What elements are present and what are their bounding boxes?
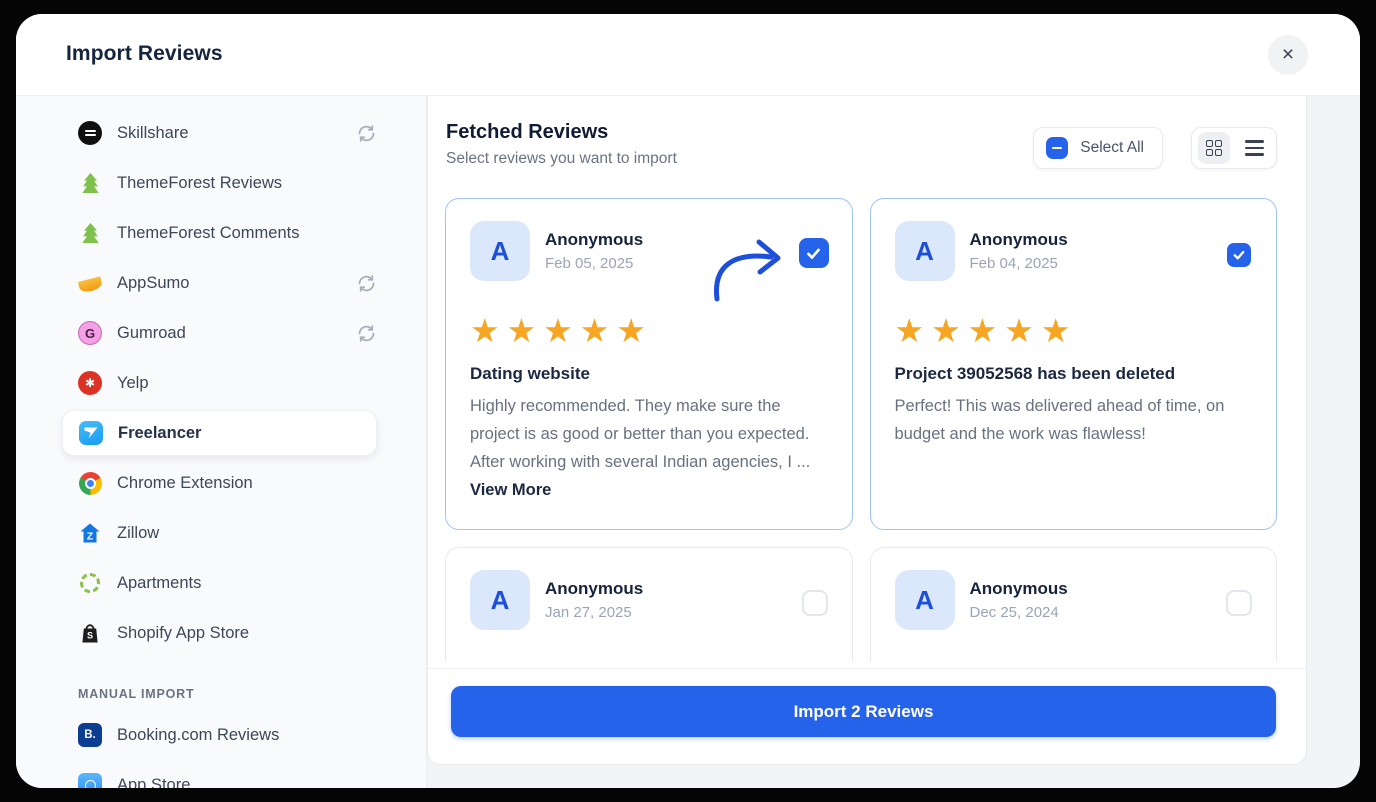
sidebar-item-label: ThemeForest Comments [117,223,300,242]
sidebar-item-zillow[interactable]: Z Zillow [78,508,377,558]
select-all-checkbox-indeterminate-icon[interactable] [1046,137,1069,159]
review-card[interactable]: A Anonymous Feb 05, 2025 ★★★★★ Dating we… [445,198,853,530]
list-view-button[interactable] [1238,132,1270,164]
sidebar-item-app-store[interactable]: App Store [78,760,377,788]
fetched-reviews-panel: Fetched Reviews Select reviews you want … [427,96,1307,765]
review-card-header: A Anonymous Feb 04, 2025 [894,221,1253,281]
review-card-header: A Anonymous Dec 25, 2024 [894,570,1253,630]
avatar: A [894,221,955,281]
page-title: Import Reviews [66,42,223,65]
review-date: Feb 05, 2025 [545,255,634,272]
gumroad-icon: G [78,321,102,345]
sidebar-item-shopify-app-store[interactable]: S Shopify App Store [78,608,377,658]
star-rating: ★★★★★ [894,312,1078,349]
review-checkbox-unchecked[interactable] [801,590,828,616]
review-date: Feb 04, 2025 [969,255,1058,272]
sync-icon[interactable] [356,123,377,144]
sidebar-item-booking-com-reviews[interactable]: B. Booking.com Reviews [78,710,377,760]
freelancer-icon [79,421,103,445]
sidebar-item-label: Shopify App Store [117,623,250,642]
grid-view-button[interactable] [1198,132,1230,164]
svg-text:S: S [87,631,93,641]
sidebar-item-apartments[interactable]: Apartments [78,558,377,608]
shopify-bag-icon: S [78,621,102,645]
close-button[interactable]: × [1268,35,1308,75]
sources-sidebar: Skillshare ThemeForest Reviews ThemeFore… [16,96,427,788]
sidebar-item-themeforest-reviews[interactable]: ThemeForest Reviews [78,158,377,208]
footer-divider [428,668,1306,669]
review-checkbox-unchecked[interactable] [1226,590,1252,616]
star-rating: ★★★★★ [470,312,653,349]
review-title: Dating website [470,364,590,383]
grid-icon [1205,139,1223,157]
sidebar-item-label: Freelancer [118,423,202,442]
sidebar-item-label: Gumroad [117,323,186,342]
svg-text:Z: Z [87,531,94,543]
review-checkbox-checked[interactable] [798,238,829,268]
view-toggle [1191,127,1277,169]
import-reviews-modal: Import Reviews × Skillshare ThemeForest … [16,14,1360,788]
header-actions: Select All [1033,127,1277,169]
list-icon [1244,139,1264,157]
sidebar-item-label: ThemeForest Reviews [117,173,283,192]
review-date: Jan 27, 2025 [545,604,632,621]
modal-header: Import Reviews × [16,14,1360,96]
sidebar-item-themeforest-comments[interactable]: ThemeForest Comments [78,208,377,258]
avatar: A [894,570,955,630]
sync-icon[interactable] [356,323,377,344]
review-text: Perfect! This was delivered ahead of tim… [895,392,1253,448]
avatar: A [470,570,530,630]
review-text-body: Perfect! This was delivered ahead of tim… [894,397,1225,443]
review-card-header: A Anonymous Feb 05, 2025 [470,221,828,281]
yelp-icon: ✱ [78,371,102,395]
reviewer-name: Anonymous [969,230,1068,249]
skillshare-icon [78,121,102,145]
review-card[interactable]: A Anonymous Feb 04, 2025 ★★★★★ Project 3… [869,198,1277,530]
sidebar-item-chrome-extension[interactable]: Chrome Extension [78,458,377,508]
zillow-icon: Z [78,521,102,545]
themeforest-icon [78,221,102,245]
sidebar-item-label: AppSumo [117,273,190,292]
close-icon: × [1281,43,1295,66]
chrome-icon [78,471,102,495]
review-card-header: A Anonymous Jan 27, 2025 [470,570,828,630]
sidebar-item-label: Yelp [117,373,149,392]
review-checkbox-checked[interactable] [1227,243,1251,267]
sidebar-item-yelp[interactable]: ✱ Yelp [78,358,377,408]
sidebar-item-label: Booking.com Reviews [117,725,280,744]
sidebar-item-appsumo[interactable]: AppSumo [77,258,377,308]
sidebar-item-label: Zillow [117,523,160,542]
review-text: Highly recommended. They make sure the p… [470,392,828,504]
review-card[interactable]: A Anonymous Dec 25, 2024 [869,547,1277,662]
review-title: Project 39052568 has been deleted [894,364,1176,383]
manual-import-section-label: MANUAL IMPORT [78,687,195,701]
booking-icon: B. [78,723,102,747]
sidebar-item-label: App Store [117,775,191,789]
select-all-label: Select All [1080,139,1144,156]
reviewer-name: Anonymous [545,579,644,598]
sidebar-item-label: Skillshare [117,123,189,142]
reviewer-name: Anonymous [969,579,1068,598]
sidebar-item-freelancer[interactable]: Freelancer [62,410,377,456]
review-text-body: Highly recommended. They make sure the p… [470,397,811,471]
reviews-grid: A Anonymous Feb 05, 2025 ★★★★★ Dating we… [428,196,1306,662]
avatar: A [470,221,530,281]
sidebar-item-gumroad[interactable]: G Gumroad [78,308,377,358]
sync-icon[interactable] [356,273,377,294]
appsumo-icon [77,271,103,295]
view-more-link[interactable]: View More [470,481,551,499]
review-card[interactable]: A Anonymous Jan 27, 2025 [445,547,853,662]
reviewer-name: Anonymous [545,230,644,249]
apartments-icon [78,571,102,595]
sidebar-item-label: Apartments [117,573,202,592]
select-all-button[interactable]: Select All [1033,127,1163,169]
themeforest-icon [78,171,102,195]
app-store-icon [78,773,102,788]
sidebar-item-label: Chrome Extension [117,473,253,492]
sidebar-item-skillshare[interactable]: Skillshare [78,108,377,158]
import-reviews-button[interactable]: Import 2 Reviews [451,686,1276,737]
panel-header: Fetched Reviews Select reviews you want … [428,96,1306,169]
review-date: Dec 25, 2024 [969,604,1059,621]
